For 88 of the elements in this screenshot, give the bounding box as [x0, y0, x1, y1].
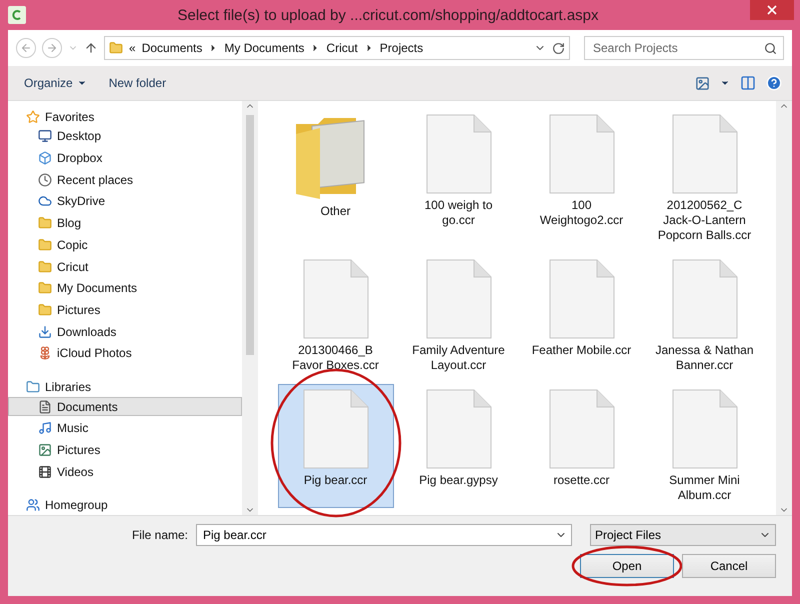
folder-icon: [38, 260, 52, 274]
file-item[interactable]: Pig bear.ccr: [278, 384, 394, 508]
breadcrumb[interactable]: Documents: [142, 41, 202, 55]
blank-file-icon: [426, 259, 492, 339]
file-item[interactable]: Feather Mobile.ccr: [524, 254, 640, 378]
file-item[interactable]: 100 Weightogo2.ccr: [524, 109, 640, 248]
sidebar-group[interactable]: Homegroup: [45, 498, 108, 512]
monitor-icon: [38, 129, 52, 144]
clock-icon: [38, 172, 52, 187]
blank-file-icon: [548, 114, 614, 194]
help-icon[interactable]: [766, 75, 782, 91]
breadcrumb[interactable]: My Documents: [224, 41, 304, 55]
blank-file-icon: [672, 389, 738, 469]
sidebar-item[interactable]: Blog: [8, 213, 242, 233]
sidebar-item[interactable]: Cricut: [8, 256, 242, 276]
address-bar[interactable]: « Documents My Documents Cricut Projects: [104, 36, 570, 60]
app-icon: [8, 6, 26, 24]
back-arrow-icon: [20, 42, 32, 54]
sidebar-item[interactable]: iCloud Photos: [8, 343, 242, 364]
sidebar-item[interactable]: Desktop: [8, 126, 242, 146]
close-button[interactable]: [750, 0, 794, 20]
blank-file-icon: [548, 389, 614, 469]
sidebar-item[interactable]: Documents: [8, 396, 242, 416]
file-item[interactable]: Summer Mini Album.ccr: [646, 384, 762, 508]
file-item[interactable]: rosette.ccr: [524, 384, 640, 508]
forward-arrow-icon: [46, 42, 58, 54]
blank-file-icon: [548, 259, 614, 339]
file-item[interactable]: Other: [278, 109, 394, 248]
sidebar-item[interactable]: Pictures: [8, 300, 242, 320]
sidebar-item[interactable]: SkyDrive: [8, 192, 242, 212]
folder-icon: [38, 216, 52, 230]
address-overflow[interactable]: «: [129, 41, 136, 55]
sidebar-item[interactable]: Copic: [8, 234, 242, 255]
film-icon: [38, 464, 52, 479]
preview-pane-icon[interactable]: [740, 75, 756, 91]
folder-icon: [109, 41, 123, 55]
file-name-field[interactable]: Pig bear.ccr: [201, 527, 555, 543]
folder-icon: [38, 281, 52, 296]
file-item[interactable]: 201200562_C Jack-O-Lantern Popcorn Balls.ccr: [646, 109, 762, 248]
up-arrow-icon: [84, 41, 98, 55]
sidebar-scrollbar[interactable]: [242, 101, 258, 515]
sidebar-item[interactable]: Downloads: [8, 322, 242, 342]
search-icon: [764, 42, 777, 54]
refresh-icon[interactable]: [552, 42, 565, 54]
flower-icon: [38, 346, 52, 360]
toolbar-button[interactable]: New folder: [102, 76, 172, 90]
music-note-icon: [38, 421, 52, 436]
homegroup-icon: [26, 498, 40, 512]
toolbar-button[interactable]: Organize: [18, 76, 93, 90]
blank-file-icon: [426, 389, 492, 469]
picture-icon: [38, 442, 52, 457]
cloud-icon: [38, 194, 52, 208]
up-button[interactable]: [84, 41, 98, 55]
close-icon: [767, 5, 777, 15]
file-name-label: File name:: [132, 528, 188, 542]
sidebar-item[interactable]: Music: [8, 418, 242, 438]
dialog-button[interactable]: Open: [580, 554, 674, 578]
blank-file-icon: [672, 259, 738, 339]
file-item[interactable]: 201300466_B Favor Boxes.ccr: [278, 254, 394, 378]
search-box[interactable]: Search Projects: [584, 36, 784, 60]
star-icon: [26, 110, 40, 124]
box-icon: [38, 151, 52, 166]
files-scrollbar[interactable]: [776, 101, 792, 515]
sidebar-item[interactable]: Videos: [8, 462, 242, 482]
document-icon: [38, 400, 52, 414]
blank-file-icon: [302, 259, 368, 339]
file-item[interactable]: Janessa & Nathan Banner.ccr: [646, 254, 762, 378]
blank-file-icon: [672, 114, 738, 194]
sidebar-item[interactable]: Recent places: [8, 170, 242, 190]
breadcrumb[interactable]: Projects: [380, 41, 424, 55]
sidebar-item[interactable]: Pictures: [8, 440, 242, 460]
sidebar-item[interactable]: Dropbox: [8, 148, 242, 168]
sidebar-group[interactable]: Favorites: [45, 110, 94, 124]
folder-icon: [38, 302, 52, 317]
blank-file-icon: [426, 114, 492, 194]
file-item[interactable]: Pig bear.gypsy: [400, 384, 516, 508]
file-type-select[interactable]: Project Files: [590, 524, 776, 546]
breadcrumb[interactable]: Cricut: [326, 41, 358, 55]
view-icon[interactable]: [695, 76, 710, 90]
sidebar-group[interactable]: Libraries: [45, 380, 92, 394]
file-name-box[interactable]: Pig bear.ccr: [196, 524, 572, 546]
dialog-button[interactable]: Cancel: [682, 554, 776, 578]
folder-icon: [38, 238, 52, 252]
window-title: Select file(s) to upload by ...cricut.com/shopping/addtocart.aspx: [176, 6, 600, 24]
file-item[interactable]: 100 weigh to go.ccr: [400, 109, 516, 248]
blank-file-icon: [302, 389, 368, 469]
file-item[interactable]: Family Adventure Layout.ccr: [400, 254, 516, 378]
sidebar-item[interactable]: My Documents: [8, 278, 242, 298]
